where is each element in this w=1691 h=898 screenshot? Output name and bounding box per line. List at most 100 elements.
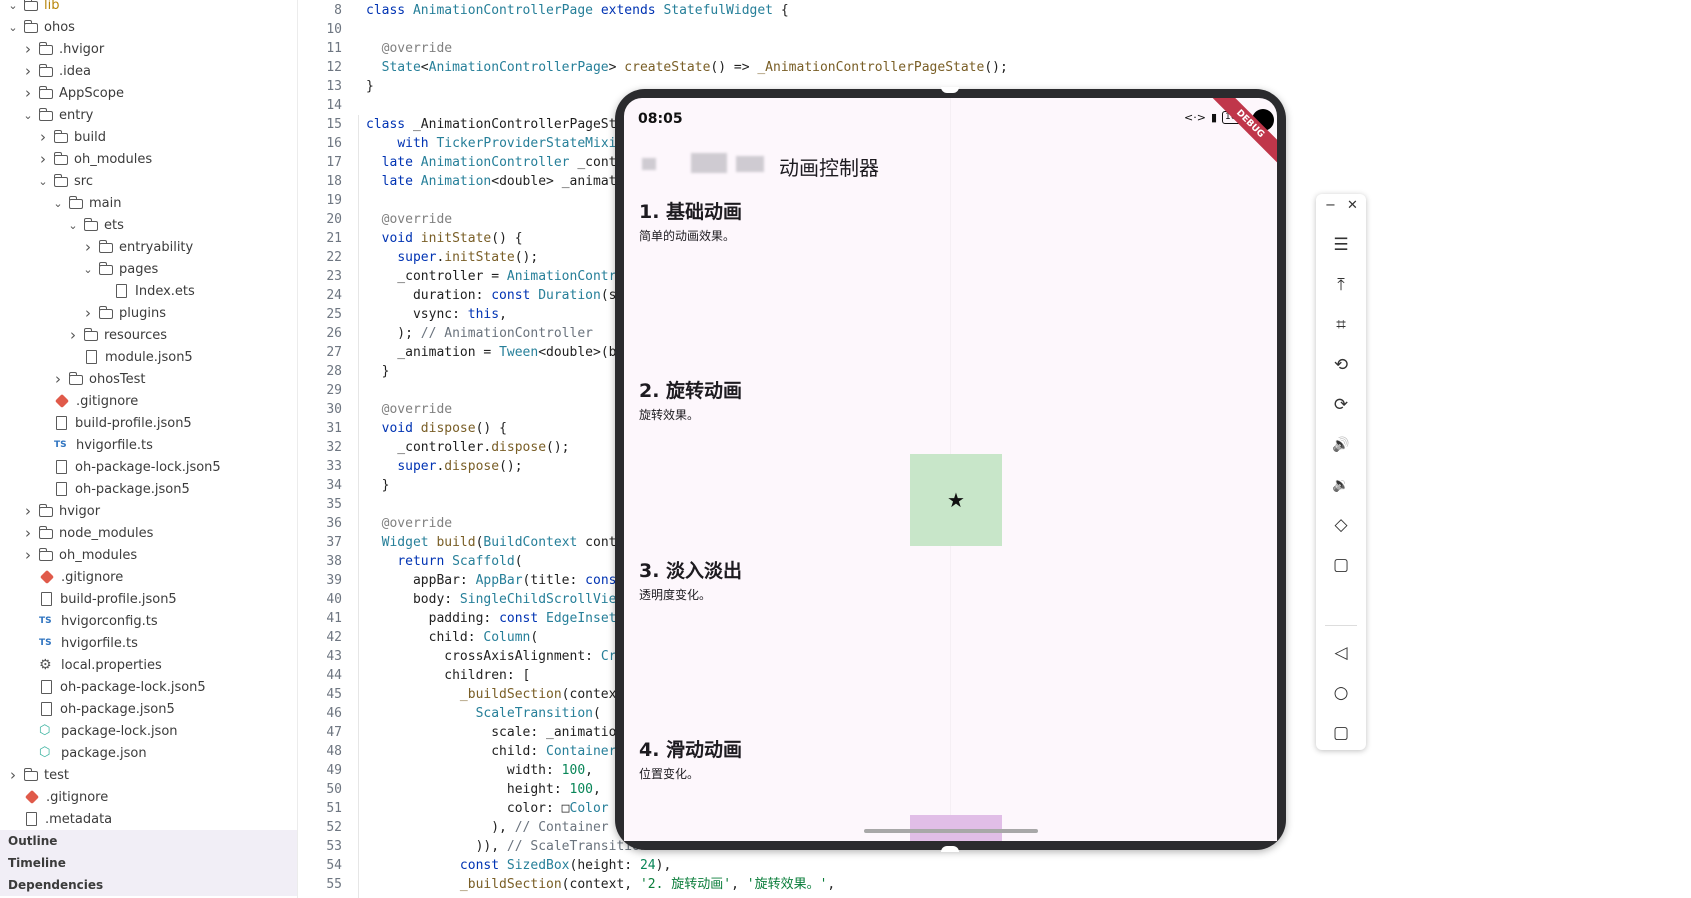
tree-item[interactable]: › .idea — [0, 60, 297, 82]
tree-item[interactable]: ⌄ lib — [0, 0, 297, 16]
rotate-icon[interactable]: ⟲ — [1316, 350, 1366, 380]
folder-icon — [39, 64, 53, 77]
star-icon: ★ — [947, 488, 965, 512]
rotate-alt-icon[interactable]: ⟳ — [1316, 390, 1366, 420]
device-screen[interactable]: 08:05 <·> ▮ 100 DEBUG 动画控制器 1. 基础动画 简单的动… — [624, 98, 1277, 841]
code-line[interactable]: 55 _buildSection(context, '2. 旋转动画', '旋转… — [298, 875, 1691, 894]
tree-item[interactable]: ›TShvigorconfig.ts — [0, 610, 297, 632]
code-line[interactable]: 11 @override — [298, 39, 1691, 58]
chevron-right-icon[interactable]: › — [21, 502, 35, 520]
tree-item[interactable]: ›⬡package-lock.json — [0, 720, 297, 742]
code-text: @override — [381, 516, 453, 531]
chevron-right-icon[interactable]: › — [36, 150, 50, 168]
close-icon[interactable]: ✕ — [1347, 198, 1358, 213]
chevron-right-icon[interactable]: › — [81, 238, 95, 256]
back-icon[interactable]: ◁ — [1316, 638, 1366, 668]
chevron-down-icon[interactable]: ⌄ — [51, 197, 65, 210]
chevron-right-icon[interactable]: › — [21, 84, 35, 102]
code-line[interactable]: 10 — [298, 20, 1691, 39]
tree-item[interactable]: ›oh-package-lock.json5 — [0, 676, 297, 698]
folder-icon — [39, 526, 53, 539]
tree-item[interactable]: ›build-profile.json5 — [0, 588, 297, 610]
chevron-down-icon[interactable]: ⌄ — [6, 21, 20, 34]
line-number: 32 — [326, 440, 342, 455]
chevron-down-icon[interactable]: ⌄ — [21, 109, 35, 122]
chevron-down-icon[interactable]: ⌄ — [66, 219, 80, 232]
chevron-right-icon[interactable]: › — [51, 370, 65, 388]
line-number: 11 — [326, 41, 342, 56]
tree-item[interactable]: ›.gitignore — [0, 786, 297, 808]
chevron-down-icon[interactable]: ⌄ — [81, 263, 95, 276]
chevron-right-icon[interactable]: › — [36, 128, 50, 146]
tree-item[interactable]: ›⚙local.properties — [0, 654, 297, 676]
tree-item[interactable]: ›oh-package.json5 — [0, 478, 297, 500]
tree-item[interactable]: › entryability — [0, 236, 297, 258]
line-number: 53 — [326, 839, 342, 854]
tree-item[interactable]: ⌄ entry — [0, 104, 297, 126]
menu-icon[interactable]: ☰ — [1316, 230, 1366, 260]
data-transfer-icon: <·> — [1184, 111, 1206, 124]
chevron-right-icon[interactable]: › — [21, 40, 35, 58]
tree-item[interactable]: ›build-profile.json5 — [0, 412, 297, 434]
code-line[interactable]: 8 class AnimationControllerPage extends S… — [298, 1, 1691, 20]
tree-item[interactable]: › resources — [0, 324, 297, 346]
tree-item[interactable]: ›.metadata — [0, 808, 297, 830]
tree-item[interactable]: ›.gitignore — [0, 566, 297, 588]
tree-item[interactable]: › ohosTest — [0, 368, 297, 390]
tree-item[interactable]: ›⬡package.json — [0, 742, 297, 764]
code-text: } — [366, 79, 374, 94]
code-text: late AnimationController _cont — [381, 155, 617, 170]
tree-item[interactable]: › .hvigor — [0, 38, 297, 60]
chevron-right-icon[interactable]: › — [21, 62, 35, 80]
tree-item[interactable]: ⌄ ohos — [0, 16, 297, 38]
tree-item[interactable]: › hvigor — [0, 500, 297, 522]
code-line[interactable]: 54 const SizedBox(height: 24), — [298, 856, 1691, 875]
tree-item[interactable]: ›oh-package.json5 — [0, 698, 297, 720]
home-icon[interactable]: ○ — [1316, 678, 1366, 708]
pin-top-icon[interactable]: ⤒ — [1316, 270, 1366, 300]
tree-item[interactable]: › plugins — [0, 302, 297, 324]
screen-icon[interactable]: ▢ — [1316, 550, 1366, 580]
toolbar-divider — [1325, 625, 1357, 626]
chevron-right-icon[interactable]: › — [21, 546, 35, 564]
volume-down-icon[interactable]: 🔉 — [1316, 470, 1366, 500]
line-number: 36 — [326, 516, 342, 531]
home-indicator[interactable] — [864, 829, 1038, 833]
chevron-right-icon[interactable]: › — [66, 326, 80, 344]
tree-item[interactable]: ⌄ ets — [0, 214, 297, 236]
panel-dependencies[interactable]: Dependencies — [0, 874, 297, 896]
code-text: )), // ScaleTransition — [366, 839, 648, 854]
code-text: super.dispose(); — [397, 459, 523, 474]
tree-item[interactable]: › node_modules — [0, 522, 297, 544]
tree-item[interactable]: ›module.json5 — [0, 346, 297, 368]
tree-item[interactable]: › AppScope — [0, 82, 297, 104]
line-number: 48 — [326, 744, 342, 759]
tree-item[interactable]: ⌄ src — [0, 170, 297, 192]
code-line[interactable]: 12 State<AnimationControllerPage> create… — [298, 58, 1691, 77]
tree-item[interactable]: › build — [0, 126, 297, 148]
crop-icon[interactable]: ⌗ — [1316, 310, 1366, 340]
panel-timeline[interactable]: Timeline — [0, 852, 297, 874]
tree-item[interactable]: ›.gitignore — [0, 390, 297, 412]
chevron-right-icon[interactable]: › — [21, 524, 35, 542]
minimize-icon[interactable]: − — [1325, 198, 1336, 213]
tree-item[interactable]: ›TShvigorfile.ts — [0, 434, 297, 456]
chevron-down-icon[interactable]: ⌄ — [36, 175, 50, 188]
fold-icon[interactable]: ◇ — [1316, 510, 1366, 540]
recents-icon[interactable]: ▢ — [1316, 718, 1366, 748]
tree-item[interactable]: › oh_modules — [0, 544, 297, 566]
line-number: 20 — [326, 212, 342, 227]
chevron-right-icon[interactable]: › — [81, 304, 95, 322]
tree-item[interactable]: ⌄ pages — [0, 258, 297, 280]
tree-item[interactable]: ›oh-package-lock.json5 — [0, 456, 297, 478]
line-number: 29 — [326, 383, 342, 398]
volume-up-icon[interactable]: 🔊 — [1316, 430, 1366, 460]
tree-item[interactable]: › oh_modules — [0, 148, 297, 170]
panel-outline[interactable]: Outline — [0, 830, 297, 852]
tree-item[interactable]: ⌄ main — [0, 192, 297, 214]
chevron-right-icon[interactable]: › — [6, 766, 20, 784]
tree-item[interactable]: ›Index.ets — [0, 280, 297, 302]
chevron-down-icon[interactable]: ⌄ — [6, 0, 20, 12]
tree-item[interactable]: ›TShvigorfile.ts — [0, 632, 297, 654]
tree-item[interactable]: › test — [0, 764, 297, 786]
